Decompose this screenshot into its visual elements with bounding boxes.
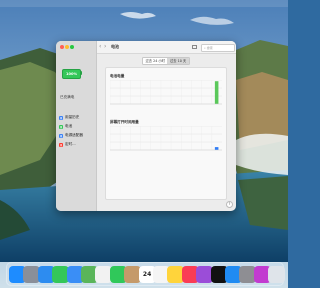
schedule-icon: ▮ <box>59 142 63 147</box>
zoom-button[interactable] <box>70 45 74 49</box>
menu-bar <box>0 0 288 7</box>
sidebar-item-power-adapter[interactable]: ▮ 电源适配器 <box>59 132 94 139</box>
battery-level-chart <box>110 80 222 105</box>
time-range-segmented-control: 过去 24 小时 过去 10 天 <box>142 57 190 65</box>
tab-last-10-days[interactable]: 过去 10 天 <box>167 58 189 64</box>
tab-last-24-hours[interactable]: 过去 24 小时 <box>143 58 167 64</box>
sidebar-item-usage-history[interactable]: ▮ 用量历史 <box>59 114 94 121</box>
window-title: 电池 <box>111 44 119 49</box>
show-all-grid-icon[interactable] <box>192 45 197 49</box>
sidebar: 100% 已充满电 ▮ 用量历史 ▮ 电池 ▮ 电源适配器 ▮ 定时... <box>56 41 97 211</box>
battery-icon: ▮ <box>59 124 63 129</box>
forward-button[interactable]: › <box>104 43 106 51</box>
battery-tip <box>80 71 82 75</box>
battery-level-title: 电池电量 <box>110 74 125 78</box>
main-content: ‹ › 电池 ⌕ 搜索 过去 24 小时 过去 10 天 电池电量 屏幕打开时间… <box>97 41 236 211</box>
battery-window: 100% 已充满电 ▮ 用量历史 ▮ 电池 ▮ 电源适配器 ▮ 定时... ‹ … <box>56 41 236 211</box>
battery-percent: 100% <box>65 72 78 76</box>
sidebar-item-label: 定时... <box>65 142 76 146</box>
trash-icon[interactable] <box>268 265 286 283</box>
power-adapter-icon: ▮ <box>59 133 63 138</box>
toolbar: ‹ › 电池 ⌕ 搜索 <box>97 41 236 54</box>
sidebar-item-label: 电源适配器 <box>65 133 83 137</box>
help-button[interactable]: ? <box>226 201 233 208</box>
battery-level-icon: 100% <box>62 69 81 79</box>
screen-usage-title: 屏幕打开时间用量 <box>110 120 139 124</box>
search-field[interactable]: ⌕ 搜索 <box>201 44 235 52</box>
close-button[interactable] <box>60 45 64 49</box>
battery-status: 已充满电 <box>60 95 75 99</box>
sidebar-item-label: 电池 <box>65 124 73 128</box>
battery-history-icon: ▮ <box>59 115 63 120</box>
bar <box>214 81 219 104</box>
dock: 24 <box>6 262 286 286</box>
back-button[interactable]: ‹ <box>99 43 101 51</box>
screen-usage-chart <box>110 126 222 151</box>
minimize-button[interactable] <box>65 45 69 49</box>
sidebar-item-schedule[interactable]: ▮ 定时... <box>59 141 94 148</box>
search-icon: ⌕ <box>204 46 206 50</box>
sidebar-item-battery[interactable]: ▮ 电池 <box>59 123 94 130</box>
sidebar-item-label: 用量历史 <box>65 115 80 119</box>
bar <box>214 147 219 150</box>
search-placeholder: 搜索 <box>206 46 213 50</box>
charts-panel: 电池电量 屏幕打开时间用量 <box>105 67 227 200</box>
